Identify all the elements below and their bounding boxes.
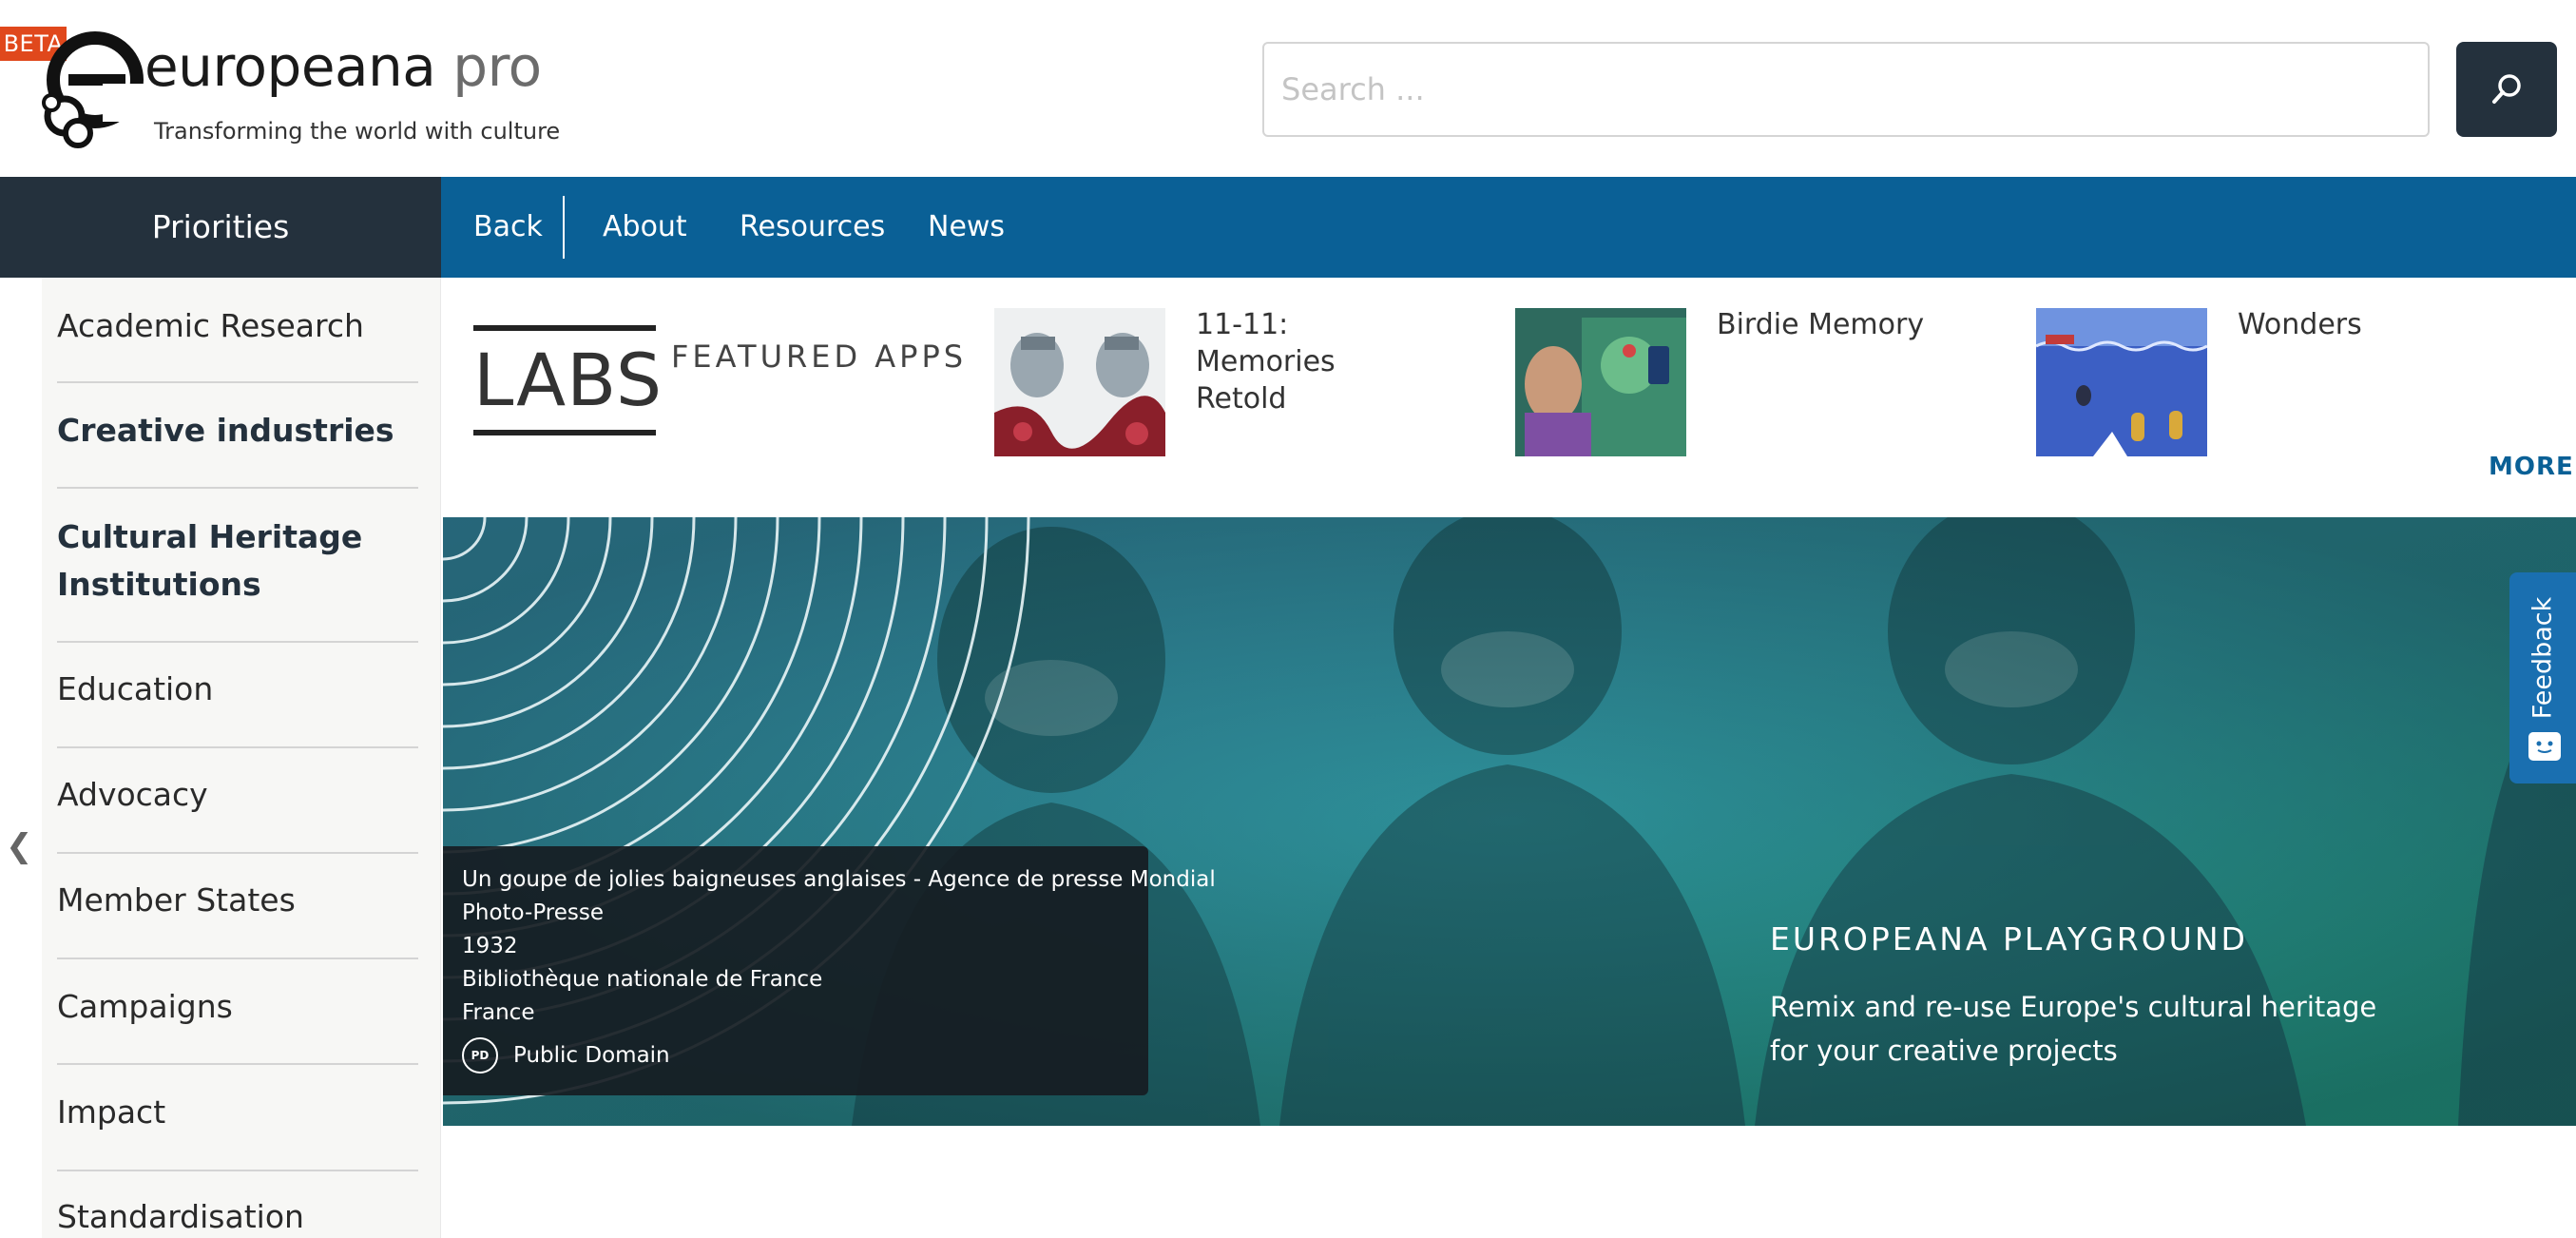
brand-name[interactable]: europeana pro xyxy=(144,34,542,99)
featured-apps-heading: FEATURED APPS xyxy=(671,339,968,375)
feedback-label: Feedback xyxy=(2528,596,2558,720)
priorities-toggle[interactable]: Priorities xyxy=(0,177,441,278)
feedback-tab[interactable]: Feedback xyxy=(2509,572,2576,783)
labs-logo-text: LABS xyxy=(473,338,663,422)
chat-icon xyxy=(2528,732,2561,761)
sidebar-item-creative-industries[interactable]: Creative industries xyxy=(57,407,418,455)
main-nav: Priorities Back About Resources News xyxy=(0,177,2576,278)
caption-institution[interactable]: Bibliothèque nationale de France xyxy=(462,963,1129,996)
app-thumbnail-birdie-memory[interactable] xyxy=(1515,308,1686,456)
tagline: Transforming the world with culture xyxy=(154,118,561,145)
divider xyxy=(57,641,418,643)
sidebar-item-impact[interactable]: Impact xyxy=(57,1089,418,1136)
hero-title[interactable]: EUROPEANA PLAYGROUND xyxy=(1770,920,2248,958)
divider xyxy=(57,381,418,383)
divider xyxy=(57,958,418,959)
app-title-birdie-memory[interactable]: Birdie Memory xyxy=(1717,306,1954,343)
divider xyxy=(57,487,418,489)
search-button[interactable] xyxy=(2456,42,2557,137)
caption-title-cont: Photo-Presse xyxy=(462,900,605,925)
public-domain-icon: PD xyxy=(462,1037,498,1074)
sidebar-item-standardisation[interactable]: Standardisation xyxy=(57,1193,418,1238)
caption-title: Un goupe de jolies baigneuses anglaises … xyxy=(462,867,1216,892)
hero-subtitle: Remix and re-use Europe's cultural herit… xyxy=(1770,991,2377,1067)
priorities-sidebar: Academic Research Creative industries Cu… xyxy=(42,278,441,1238)
sidebar-item-academic-research[interactable]: Academic Research xyxy=(57,302,418,350)
divider xyxy=(57,746,418,748)
chevron-left-icon[interactable]: ❮ xyxy=(6,827,33,865)
divider xyxy=(57,852,418,854)
labs-logo[interactable]: LABS xyxy=(473,325,663,435)
divider xyxy=(57,1063,418,1065)
sidebar-item-cultural-heritage[interactable]: Cultural Heritage Institutions xyxy=(57,513,371,609)
app-thumbnail-wonders[interactable] xyxy=(2036,308,2207,456)
sidebar-item-member-states[interactable]: Member States xyxy=(57,877,418,924)
app-title-wonders[interactable]: Wonders xyxy=(2238,306,2475,343)
app-title-memories-retold[interactable]: 11-11: Memories Retold xyxy=(1196,306,1433,417)
image-caption: Un goupe de jolies baigneuses anglaises … xyxy=(443,846,1216,1095)
search-input[interactable] xyxy=(1262,42,2430,137)
brand-sub: pro xyxy=(435,34,542,99)
license-label: Public Domain xyxy=(513,1042,670,1068)
more-apps-link[interactable]: MORE xyxy=(2489,453,2574,481)
nav-back[interactable]: Back xyxy=(473,177,543,278)
app-thumbnail-memories-retold[interactable] xyxy=(994,308,1165,456)
nav-divider xyxy=(563,196,565,259)
sidebar-item-education[interactable]: Education xyxy=(57,666,418,713)
europeana-logo-icon[interactable] xyxy=(36,25,144,150)
site-header: BETA europeana pro Transforming the worl… xyxy=(0,0,2576,177)
caption-country: France xyxy=(462,1000,535,1025)
nav-news[interactable]: News xyxy=(928,177,1005,278)
caption-year: 1932 xyxy=(462,934,518,958)
divider xyxy=(57,1170,418,1171)
license-row[interactable]: PD Public Domain xyxy=(462,1037,1129,1074)
nav-about[interactable]: About xyxy=(603,177,687,278)
sidebar-item-campaigns[interactable]: Campaigns xyxy=(57,983,418,1031)
brand-main: europeana xyxy=(144,34,436,99)
search-icon xyxy=(2492,74,2521,104)
sidebar-item-advocacy[interactable]: Advocacy xyxy=(57,771,418,819)
nav-resources[interactable]: Resources xyxy=(740,177,885,278)
